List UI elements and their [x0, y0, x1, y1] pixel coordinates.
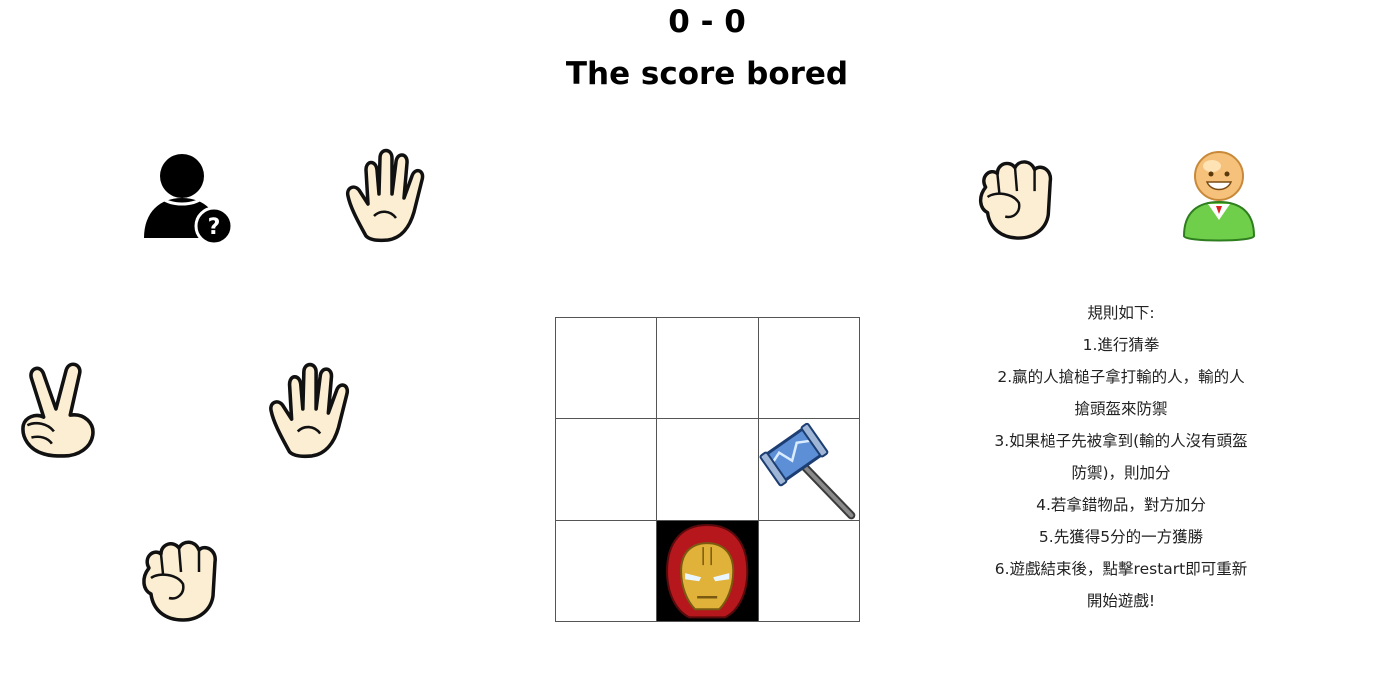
rules-line: 5.先獲得5分的一方獲勝: [1038, 528, 1204, 546]
unknown-user-icon: ?: [144, 154, 234, 244]
rules-line: 開始遊戲!: [1086, 592, 1156, 610]
rules-line: 1.進行猜拳: [1082, 336, 1160, 354]
board-cell[interactable]: [556, 520, 658, 622]
svg-text:?: ?: [208, 215, 221, 240]
choice-scissors-button[interactable]: [13, 362, 105, 460]
score-display: 0 - 0: [668, 4, 746, 40]
board-cell[interactable]: [556, 318, 658, 420]
game-page: 0 - 0 The score bored ? 規則如下: 1.進行猜拳 2.贏…: [0, 0, 1379, 684]
rules-panel: 規則如下: 1.進行猜拳 2.贏的人搶槌子拿打輸的人，輸的人 搶頭盔來防禦 3.…: [970, 297, 1272, 617]
right-current-hand-rock-icon: [978, 160, 1053, 240]
choice-rock-button[interactable]: [132, 528, 226, 624]
board-cell[interactable]: [657, 419, 759, 521]
rules-line: 搶頭盔來防禦: [1074, 400, 1168, 418]
rules-line: 6.遊戲結束後，點擊restart即可重新: [994, 560, 1248, 578]
board-cell[interactable]: [657, 520, 759, 622]
rules-line: 3.如果槌子先被拿到(輸的人沒有頭盔: [994, 432, 1248, 450]
rules-line: 2.贏的人搶槌子拿打輸的人，輸的人: [997, 368, 1245, 386]
choice-paper-button[interactable]: [264, 362, 358, 460]
board-cell[interactable]: [758, 419, 860, 521]
rules-line: 規則如下:: [1087, 304, 1155, 322]
hammer-icon[interactable]: [759, 419, 859, 520]
board-cell[interactable]: [556, 419, 658, 521]
rules-line: 4.若拿錯物品，對方加分: [1036, 496, 1206, 514]
scoreboard-title: The score bored: [565, 56, 849, 92]
iron-man-helmet-icon[interactable]: [657, 521, 757, 621]
board-cell[interactable]: [657, 318, 759, 420]
board-cell[interactable]: [758, 520, 860, 622]
board-cell[interactable]: [758, 318, 860, 420]
left-current-hand-paper-icon: [345, 148, 425, 243]
rules-line: 防禦)，則加分: [1071, 464, 1171, 482]
game-board: [555, 317, 860, 622]
smiling-user-icon: [1182, 151, 1256, 242]
